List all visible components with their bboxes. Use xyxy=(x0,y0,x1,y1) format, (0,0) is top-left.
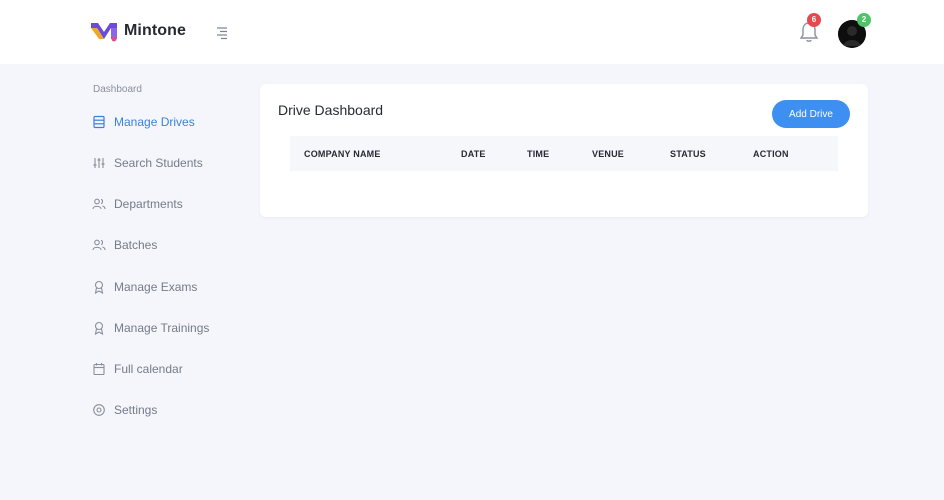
sidebar-item-departments[interactable]: Departments xyxy=(92,194,183,214)
column-header-date[interactable]: DATE xyxy=(461,149,486,159)
sidebar-item-manage-trainings[interactable]: Manage Trainings xyxy=(92,318,209,338)
users-icon xyxy=(92,197,106,211)
sidebar-item-manage-drives[interactable]: Manage Drives xyxy=(92,112,195,132)
card-title: Drive Dashboard xyxy=(278,102,384,118)
sidebar-item-full-calendar[interactable]: Full calendar xyxy=(92,359,183,379)
drive-dashboard-card: Drive Dashboard Add Drive COMPANY NAME D… xyxy=(260,84,868,217)
sidebar-item-settings[interactable]: Settings xyxy=(92,400,157,420)
award-icon xyxy=(92,280,106,294)
list-icon xyxy=(92,115,106,129)
sidebar-item-batches[interactable]: Batches xyxy=(92,235,157,255)
column-header-company-name[interactable]: COMPANY NAME xyxy=(304,149,381,159)
sidebar: Dashboard Manage Drives Search Students xyxy=(0,64,250,500)
sidebar-item-label: Full calendar xyxy=(114,362,183,376)
column-header-time[interactable]: TIME xyxy=(527,149,549,159)
app-logo[interactable]: Mintone xyxy=(90,20,186,42)
table-header-row: COMPANY NAME DATE TIME VENUE STATUS ACTI… xyxy=(290,136,838,171)
notification-count-badge: 6 xyxy=(807,13,821,27)
app-name: Mintone xyxy=(124,22,187,39)
award-icon xyxy=(92,321,106,335)
sidebar-item-label: Manage Exams xyxy=(114,280,198,294)
column-header-venue[interactable]: VENUE xyxy=(592,149,624,159)
sidebar-heading: Dashboard xyxy=(93,84,142,95)
mintone-logo-icon xyxy=(91,23,117,42)
column-header-status[interactable]: STATUS xyxy=(670,149,706,159)
sliders-icon xyxy=(92,156,106,170)
users-icon xyxy=(92,238,106,252)
column-header-action[interactable]: ACTION xyxy=(753,149,789,159)
top-bar: Mintone 6 2 xyxy=(0,0,944,64)
sidebar-item-manage-exams[interactable]: Manage Exams xyxy=(92,277,197,297)
sidebar-item-label: Batches xyxy=(114,238,158,252)
gear-icon xyxy=(92,403,106,417)
avatar-status-badge: 2 xyxy=(857,13,871,27)
sidebar-item-search-students[interactable]: Search Students xyxy=(92,153,203,173)
sidebar-item-label: Departments xyxy=(114,197,183,211)
sidebar-item-label: Search Students xyxy=(114,156,203,170)
sidebar-item-label: Manage Trainings xyxy=(114,321,210,335)
add-drive-button[interactable]: Add Drive xyxy=(772,100,850,128)
sidebar-item-label: Manage Drives xyxy=(114,115,195,129)
calendar-icon xyxy=(92,362,106,376)
menu-toggle-icon[interactable] xyxy=(214,25,230,41)
sidebar-item-label: Settings xyxy=(114,403,158,417)
